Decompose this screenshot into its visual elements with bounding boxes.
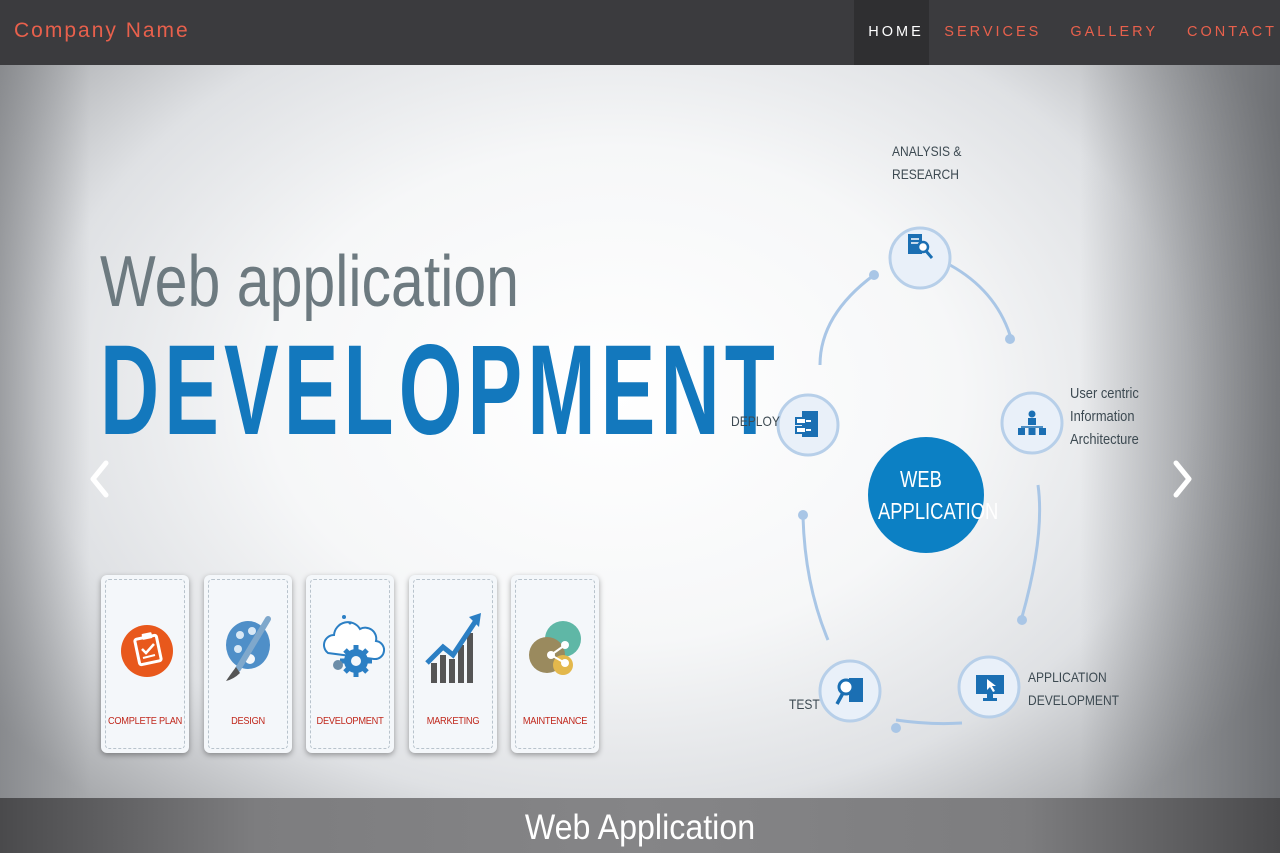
center-label-web: WEB bbox=[900, 466, 942, 492]
monitor-cursor-icon bbox=[975, 674, 1005, 702]
nav-item-contact[interactable]: CONTACT bbox=[1173, 0, 1280, 65]
card-label: DEVELOPMENT bbox=[316, 715, 384, 727]
chevron-left-icon bbox=[90, 460, 109, 498]
share-icon bbox=[529, 621, 581, 675]
hero-carousel: Web application DEVELOPMENT COMPLETE PLA… bbox=[0, 65, 1280, 798]
node-label-analysis: ANALYSIS & RESEARCH bbox=[892, 143, 962, 182]
hero-title-line1: Web application bbox=[100, 242, 520, 322]
service-card-design: DESIGN bbox=[204, 575, 292, 753]
node-label-test: TEST bbox=[789, 696, 820, 712]
test-magnifier-icon bbox=[835, 676, 865, 706]
chevron-right-icon bbox=[1173, 460, 1192, 498]
carousel-caption: Web Application bbox=[524, 808, 756, 847]
node-label-architecture: User centric Information Architecture bbox=[1070, 385, 1139, 448]
carousel-next-button[interactable] bbox=[1162, 455, 1202, 503]
node-label-development: APPLICATION DEVELOPMENT bbox=[1028, 669, 1119, 708]
service-card-maintenance: MAINTENANCE bbox=[511, 575, 599, 753]
card-label: COMPLETE PLAN bbox=[107, 715, 183, 727]
brand-logo-text[interactable]: Company Name bbox=[14, 19, 190, 43]
analysis-icon bbox=[907, 233, 934, 259]
card-label: DESIGN bbox=[231, 715, 265, 727]
user-architecture-icon bbox=[1017, 410, 1047, 436]
palette-brush-icon bbox=[226, 616, 271, 681]
carousel-caption-bar: Web Application bbox=[0, 798, 1280, 853]
center-label-application: APPLICATION bbox=[878, 498, 999, 524]
bar-chart-arrow-icon bbox=[425, 613, 481, 683]
deploy-icon bbox=[794, 410, 822, 440]
card-label: MAINTENANCE bbox=[522, 715, 588, 727]
service-card-marketing: MARKETING bbox=[409, 575, 497, 753]
hero-title-line2: DEVELOPMENT bbox=[100, 319, 780, 462]
nav-menu: HOME SERVICES GALLERY CONTACT bbox=[854, 0, 1280, 65]
nav-item-services[interactable]: SERVICES bbox=[929, 0, 1053, 65]
process-diagram: WEB APPLICATION ANALYSIS & RESEARCH User… bbox=[700, 65, 1180, 798]
nav-item-gallery[interactable]: GALLERY bbox=[1053, 0, 1173, 65]
clipboard-icon bbox=[121, 625, 173, 677]
navbar: Company Name HOME SERVICES GALLERY CONTA… bbox=[0, 0, 1280, 65]
cloud-gear-icon bbox=[323, 615, 385, 677]
node-label-deploy: DEPLOY bbox=[731, 413, 780, 429]
service-card-complete-plan: COMPLETE PLAN bbox=[101, 575, 189, 753]
card-label: MARKETING bbox=[426, 715, 480, 727]
carousel-prev-button[interactable] bbox=[80, 455, 120, 503]
service-card-development: DEVELOPMENT bbox=[306, 575, 394, 753]
nav-item-home[interactable]: HOME bbox=[854, 0, 930, 65]
